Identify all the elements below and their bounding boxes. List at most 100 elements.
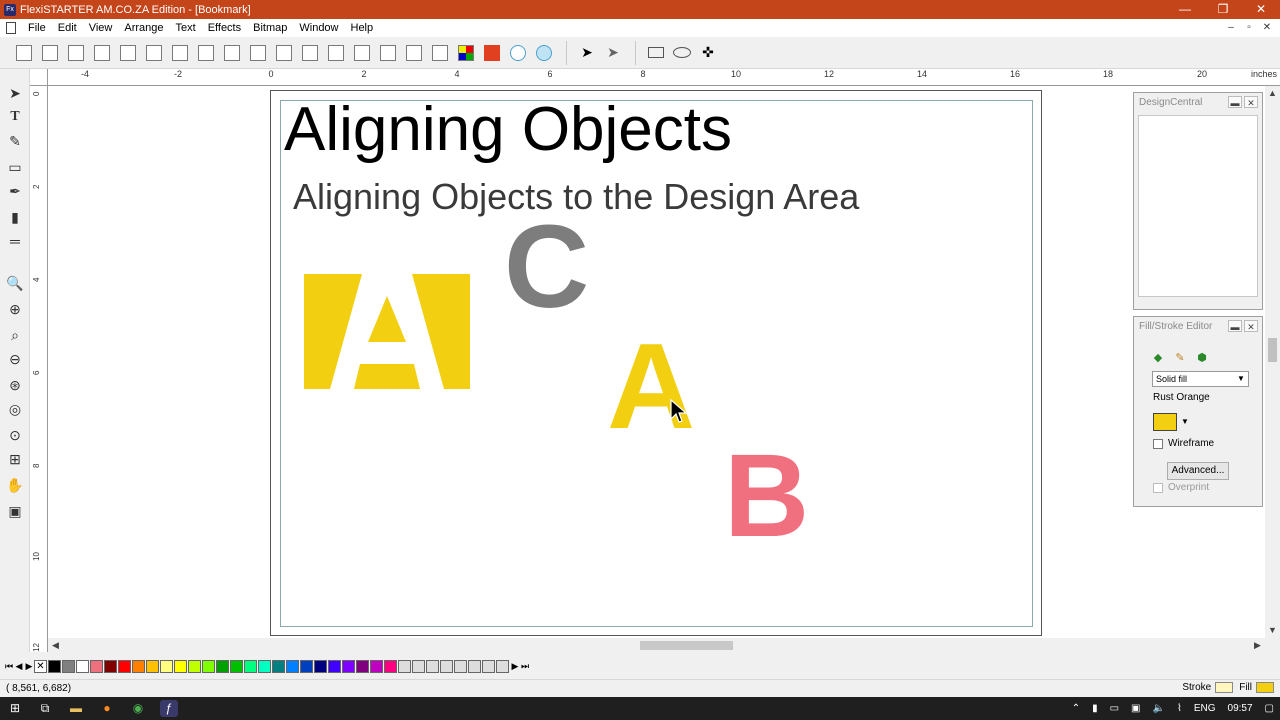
doc-close-button[interactable]: ✕	[1258, 19, 1276, 37]
palette-swatch[interactable]	[202, 659, 215, 673]
zoom-out-icon[interactable]: ⊖	[5, 349, 25, 369]
display-icon[interactable]: ▣	[1131, 703, 1140, 714]
no-color-swatch[interactable]: ✕	[34, 659, 47, 673]
doc-restore-button[interactable]: ▫	[1240, 19, 1258, 37]
open-file-icon[interactable]	[38, 41, 62, 65]
crosshair-icon[interactable]: ✜	[696, 41, 720, 65]
document-icon[interactable]	[6, 22, 16, 34]
print-icon[interactable]	[142, 41, 166, 65]
menu-text[interactable]: Text	[170, 19, 202, 37]
fill-tool-icon[interactable]: ▮	[5, 207, 25, 227]
stroke-tab-icon[interactable]: ✎	[1170, 350, 1190, 366]
overprint-checkbox[interactable]	[1153, 483, 1163, 493]
node-edit-icon[interactable]: ➤	[601, 41, 625, 65]
stroke-color-swatch[interactable]	[1215, 682, 1234, 693]
hand-pan-icon[interactable]: ✋	[5, 475, 25, 495]
color-picker-icon[interactable]	[428, 41, 452, 65]
effects-tab-icon[interactable]: ⬢	[1192, 350, 1212, 366]
cut-contour-icon[interactable]	[168, 41, 192, 65]
redo-icon[interactable]	[324, 41, 348, 65]
network-icon[interactable]: ⌇	[1177, 703, 1182, 714]
letter-a-small[interactable]: A	[607, 325, 695, 447]
palette-swatch[interactable]	[216, 659, 229, 673]
file-explorer-icon[interactable]: ▬	[67, 700, 85, 717]
cloud-upload-icon[interactable]	[532, 41, 556, 65]
flexi-app-icon[interactable]: ƒ	[160, 700, 178, 717]
fill-type-select[interactable]: Solid fill ▼	[1152, 371, 1249, 387]
menu-view[interactable]: View	[83, 19, 119, 37]
import-icon[interactable]	[90, 41, 114, 65]
palette-swatch[interactable]	[146, 659, 159, 673]
eyedropper-icon[interactable]: ▣	[5, 501, 25, 521]
palette-swatch[interactable]	[76, 659, 89, 673]
palette-swatch[interactable]	[356, 659, 369, 673]
zoom-tool-icon[interactable]: 🔍	[5, 273, 25, 293]
menu-bitmap[interactable]: Bitmap	[247, 19, 293, 37]
vertical-scrollbar[interactable]: ▲ ▼	[1265, 86, 1280, 638]
copy-icon[interactable]	[246, 41, 270, 65]
menu-effects[interactable]: Effects	[202, 19, 247, 37]
palette-custom-swatch[interactable]	[398, 659, 411, 673]
chrome-icon[interactable]: ◉	[129, 700, 147, 717]
scroll-right-icon[interactable]: ▶	[1250, 638, 1265, 653]
color-grid-icon[interactable]	[454, 41, 478, 65]
speaker-icon[interactable]: 🔈	[1153, 703, 1165, 714]
palette-custom-swatch[interactable]	[496, 659, 509, 673]
minimize-button[interactable]: —	[1166, 0, 1204, 19]
cloud-icon[interactable]	[506, 41, 530, 65]
design-canvas[interactable]: Aligning Objects Aligning Objects to the…	[48, 86, 1265, 638]
text-tool-icon[interactable]: T	[5, 107, 25, 127]
windows-start-icon[interactable]: ⊞	[6, 700, 24, 717]
palette-custom-swatch[interactable]	[468, 659, 481, 673]
palette-custom-swatch[interactable]	[482, 659, 495, 673]
panel-minimize-button[interactable]: ▬	[1228, 96, 1242, 108]
er-icon[interactable]	[480, 41, 504, 65]
palette-swatch[interactable]	[230, 659, 243, 673]
palette-swatch[interactable]	[90, 659, 103, 673]
menu-window[interactable]: Window	[293, 19, 344, 37]
palette-swatch[interactable]	[104, 659, 117, 673]
palette-prev-icon[interactable]: ◀	[14, 660, 24, 673]
zoom-all-icon[interactable]: ⊛	[5, 375, 25, 395]
palette-swatch[interactable]	[370, 659, 383, 673]
menu-arrange[interactable]: Arrange	[118, 19, 169, 37]
maximize-button[interactable]: ❐	[1204, 0, 1242, 19]
select-arrow-icon[interactable]: ➤	[575, 41, 599, 65]
palette-swatch[interactable]	[272, 659, 285, 673]
letter-b[interactable]: B	[724, 437, 809, 555]
bezier-tool-icon[interactable]: ✎	[5, 131, 25, 151]
doc-minimize-button[interactable]: –	[1222, 19, 1240, 37]
export-icon[interactable]	[116, 41, 140, 65]
scroll-left-icon[interactable]: ◀	[48, 638, 63, 653]
language-indicator[interactable]: ENG	[1194, 703, 1216, 714]
close-button[interactable]: ✕	[1242, 0, 1280, 19]
firefox-icon[interactable]: ●	[98, 700, 116, 717]
horizontal-scroll-thumb[interactable]	[640, 641, 733, 650]
palette-swatch[interactable]	[188, 659, 201, 673]
palette-custom-swatch[interactable]	[440, 659, 453, 673]
fill-color-swatch[interactable]	[1256, 682, 1274, 693]
palette-swatch[interactable]	[328, 659, 341, 673]
undo-icon[interactable]	[298, 41, 322, 65]
palette-custom-swatch[interactable]	[426, 659, 439, 673]
palette-icon[interactable]	[402, 41, 426, 65]
palette-first-icon[interactable]: ⏮	[4, 660, 14, 673]
menu-help[interactable]: Help	[345, 19, 380, 37]
palette-next-icon[interactable]: ▶	[24, 660, 34, 673]
palette-swatch[interactable]	[174, 659, 187, 673]
panel-close-button[interactable]: ✕	[1244, 96, 1258, 108]
scroll-down-icon[interactable]: ▼	[1265, 623, 1280, 638]
fill-color-swatch[interactable]	[1153, 413, 1177, 431]
design-central-icon[interactable]	[350, 41, 374, 65]
clock[interactable]: 09:57	[1228, 703, 1253, 714]
letter-a-large[interactable]	[304, 274, 470, 389]
palette-swatch[interactable]	[62, 659, 75, 673]
palette-swatch[interactable]	[300, 659, 313, 673]
rectangle-icon[interactable]	[644, 41, 668, 65]
measure-tool-icon[interactable]: ═	[5, 231, 25, 251]
fill-tab-icon[interactable]: ◆	[1148, 350, 1168, 366]
microphone-icon[interactable]: ▮	[1092, 703, 1098, 714]
menu-file[interactable]: File	[22, 19, 52, 37]
palette-swatch[interactable]	[286, 659, 299, 673]
palette-swatch[interactable]	[160, 659, 173, 673]
